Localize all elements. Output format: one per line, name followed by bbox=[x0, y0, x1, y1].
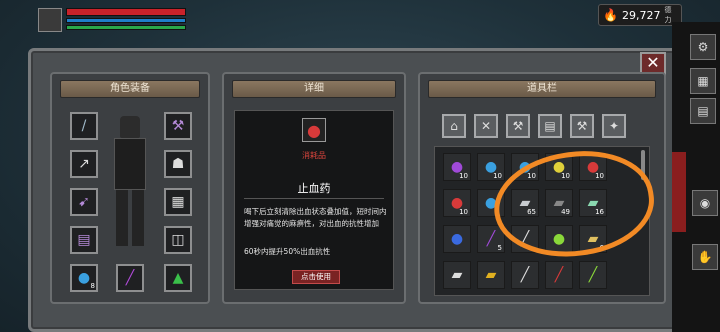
bag-button[interactable]: ▤ bbox=[690, 98, 716, 124]
divider bbox=[244, 198, 384, 199]
player-avatar[interactable] bbox=[38, 8, 62, 32]
item-icon: ☗ bbox=[171, 156, 185, 172]
inventory-title: 道具栏 bbox=[428, 80, 656, 98]
inventory-tab[interactable]: ⚒ bbox=[506, 114, 530, 138]
side-toolbar: ⚙ ▦ ▤ ◉ ✋ bbox=[672, 22, 720, 332]
equipment-slot[interactable]: ▦ bbox=[164, 188, 192, 216]
side-red-strip bbox=[672, 152, 686, 232]
close-icon: ✕ bbox=[646, 53, 660, 72]
item-description: 喝下后立刻清除出血状态叠加值，短时间内增强对痛觉的麻痹性，对出血的抗性增加 bbox=[244, 207, 387, 228]
item-icon: ▲ bbox=[172, 270, 184, 286]
item-count: 10 bbox=[459, 172, 468, 180]
eye-button[interactable]: ◉ bbox=[692, 190, 718, 216]
inventory-slot[interactable]: ● 10 bbox=[443, 189, 471, 217]
item-category: 消耗品 bbox=[302, 151, 326, 160]
item-icon: ▤ bbox=[77, 232, 91, 248]
inventory-slot[interactable]: ╱ bbox=[545, 261, 573, 289]
item-icon: ▰ bbox=[485, 267, 497, 283]
stamina-bar bbox=[66, 25, 186, 30]
character-head bbox=[120, 116, 140, 138]
map-icon: ▦ bbox=[697, 74, 709, 88]
detail-title: 详细 bbox=[232, 80, 396, 98]
inventory-slot[interactable]: ╱ bbox=[579, 261, 607, 289]
inventory-tab[interactable]: ✕ bbox=[474, 114, 498, 138]
inventory-tab[interactable]: ✦ bbox=[602, 114, 626, 138]
item-count: 10 bbox=[493, 172, 502, 180]
bag-icon: ▤ bbox=[697, 104, 709, 118]
equipment-title: 角色装备 bbox=[60, 80, 200, 98]
item-name: 止血药 bbox=[297, 182, 331, 195]
equipment-slot[interactable]: ➹ bbox=[70, 188, 98, 216]
item-effect: 60秒内提升50%出血抗性 bbox=[244, 247, 331, 256]
currency-amount: 29,727 bbox=[621, 8, 661, 22]
equipment-slot[interactable]: ⚒ bbox=[164, 112, 192, 140]
hand-icon: ✋ bbox=[697, 250, 713, 264]
gear-icon: ⚙ bbox=[697, 40, 709, 54]
equipment-slot[interactable]: ╱ bbox=[116, 264, 144, 292]
item-icon: ➹ bbox=[78, 194, 90, 210]
hp-bar bbox=[66, 8, 186, 16]
item-icon: ⚒ bbox=[171, 118, 185, 134]
inventory-slot[interactable]: ● bbox=[443, 225, 471, 253]
item-icon: / bbox=[81, 118, 87, 134]
item-icon: ↗ bbox=[78, 156, 90, 172]
equipment-slot[interactable]: ● 8 bbox=[70, 264, 98, 292]
inventory-slot[interactable]: ▰ bbox=[443, 261, 471, 289]
fire-icon: 🔥 bbox=[603, 8, 618, 22]
item-icon: ╱ bbox=[554, 267, 564, 283]
equipment-slot[interactable]: ▤ bbox=[70, 226, 98, 254]
inventory-slot[interactable]: ╱ bbox=[511, 261, 539, 289]
red-potion-icon: ● bbox=[302, 118, 326, 142]
inventory-tab[interactable]: ▤ bbox=[538, 114, 562, 138]
item-count: 10 bbox=[459, 208, 468, 216]
inventory-slot[interactable]: ● 10 bbox=[443, 153, 471, 181]
inventory-slot[interactable]: ● 10 bbox=[477, 153, 505, 181]
item-icon: ╱ bbox=[588, 267, 598, 283]
inventory-slot[interactable]: ▰ bbox=[477, 261, 505, 289]
item-count: 8 bbox=[90, 282, 95, 290]
item-icon: ● bbox=[77, 270, 91, 286]
item-icon: ╱ bbox=[125, 270, 135, 286]
equipment-slot[interactable]: ▲ bbox=[164, 264, 192, 292]
equipment-slot[interactable]: ◫ bbox=[164, 226, 192, 254]
character-leg bbox=[116, 190, 128, 246]
character-model bbox=[106, 114, 156, 254]
currency-display[interactable]: 🔥 29,727 德力 bbox=[598, 4, 682, 26]
equipment-slot[interactable]: ↗ bbox=[70, 150, 98, 178]
item-icon: ▦ bbox=[171, 194, 185, 210]
character-body bbox=[114, 138, 146, 190]
item-icon: ◫ bbox=[171, 232, 185, 248]
inventory-tab[interactable]: ⌂ bbox=[442, 114, 466, 138]
item-icon: ╱ bbox=[486, 231, 496, 247]
inventory-tab[interactable]: ⚒ bbox=[570, 114, 594, 138]
eye-icon: ◉ bbox=[699, 196, 711, 210]
item-count: 5 bbox=[497, 244, 502, 252]
use-button[interactable]: 点击使用 bbox=[292, 270, 340, 284]
item-icon: ╱ bbox=[520, 267, 530, 283]
mana-bar bbox=[66, 18, 186, 23]
character-leg bbox=[132, 190, 144, 246]
equipment-slot[interactable]: / bbox=[70, 112, 98, 140]
settings-button[interactable]: ⚙ bbox=[690, 34, 716, 60]
item-icon: ● bbox=[450, 231, 464, 247]
item-icon: ▰ bbox=[451, 267, 463, 283]
equipment-slot[interactable]: ☗ bbox=[164, 150, 192, 178]
map-button[interactable]: ▦ bbox=[690, 68, 716, 94]
hand-button[interactable]: ✋ bbox=[692, 244, 718, 270]
